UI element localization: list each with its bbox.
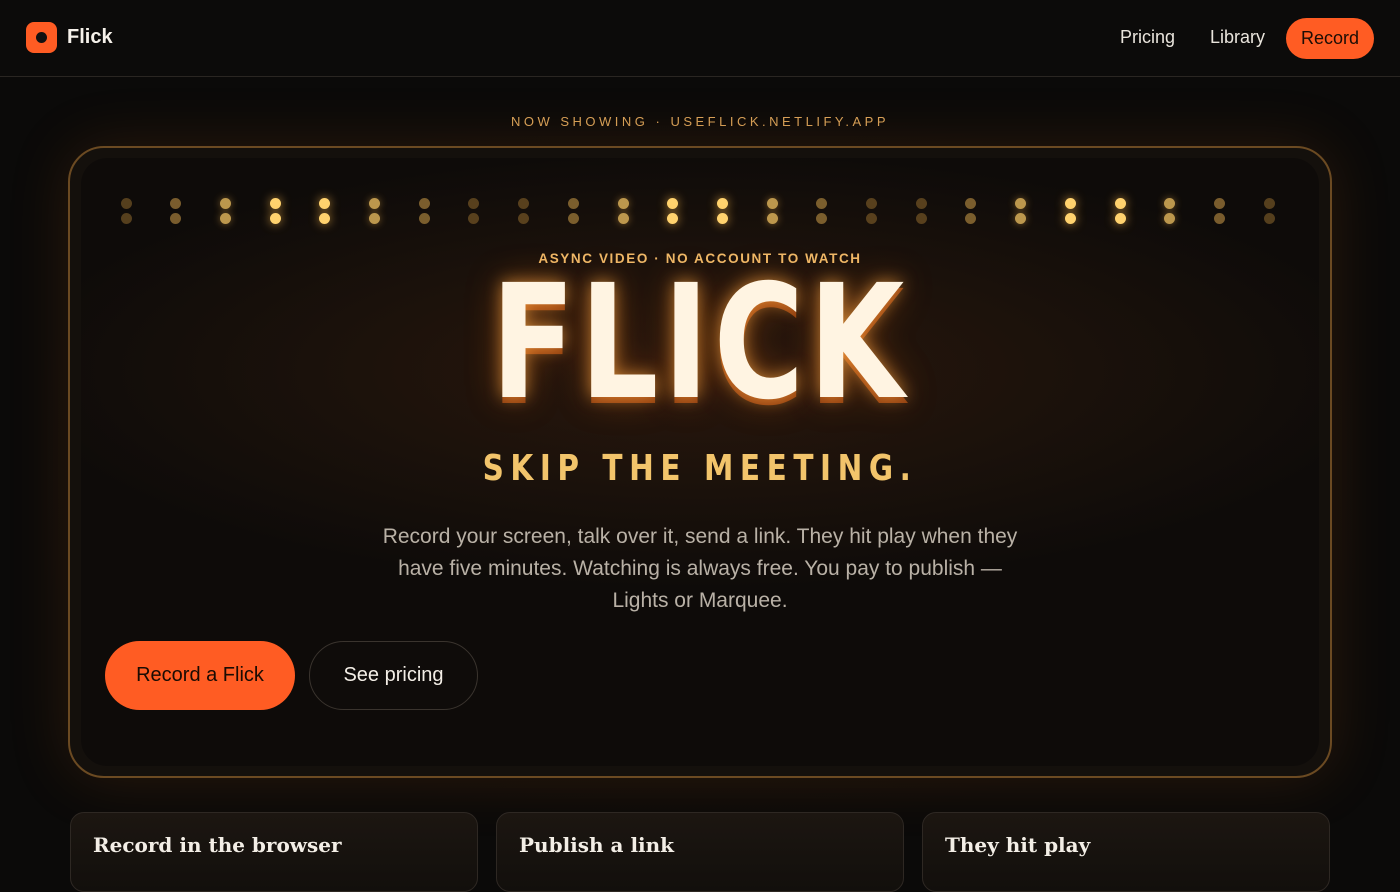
marquee-bulb [914,198,928,228]
marquee-bulb [666,198,680,228]
brand-name: Flick [67,26,113,48]
brand-logo[interactable]: Flick [26,22,113,53]
marquee-bulb [566,198,580,228]
marquee-bulb [218,198,232,228]
marquee-bulb [268,198,282,228]
feature-title: They hit play [945,833,1091,857]
hero-description: Record your screen, talk over it, send a… [382,525,1018,612]
marquee-bulb [1014,198,1028,228]
marquee-bulb [318,198,332,228]
feature-title: Publish a link [519,833,675,857]
marquee-bulb [1262,198,1276,228]
feature-card-play: They hit play [922,812,1330,892]
marquee-bulb [616,198,630,228]
marquee-bulb [765,198,779,228]
feature-title: Record in the browser [93,833,342,857]
marquee-bulb [517,198,531,228]
marquee-bulb [467,198,481,228]
record-dot-icon [26,22,57,53]
record-a-flick-button[interactable]: Record a Flick [105,641,295,710]
top-nav: Flick Pricing Library Record [0,0,1400,77]
marquee-bulb [715,198,729,228]
marquee-bulb [417,198,431,228]
marquee-bulb [964,198,978,228]
marquee-bulb [1063,198,1077,228]
marquee-bulb [119,198,133,228]
marquee-bulb [169,198,183,228]
marquee-bulb [1163,198,1177,228]
hero-tagline: SKIP THE MEETING. [482,448,918,489]
marquee-bulbs [81,198,1319,232]
hero-title: FLICK [491,251,909,435]
marquee-bulb [1212,198,1226,228]
feature-card-publish: Publish a link [496,812,904,892]
marquee-bulb [1113,198,1127,228]
nav-link-pricing[interactable]: Pricing [1120,27,1175,48]
see-pricing-button[interactable]: See pricing [309,641,478,710]
marquee-bulb [865,198,879,228]
nav-record-button[interactable]: Record [1286,18,1374,59]
hero-card: ASYNC VIDEO · NO ACCOUNT TO WATCH FLICK … [81,158,1319,766]
marquee-bulb [815,198,829,228]
marquee-bulb [368,198,382,228]
nav-link-library[interactable]: Library [1210,27,1265,48]
feature-card-record: Record in the browser [70,812,478,892]
